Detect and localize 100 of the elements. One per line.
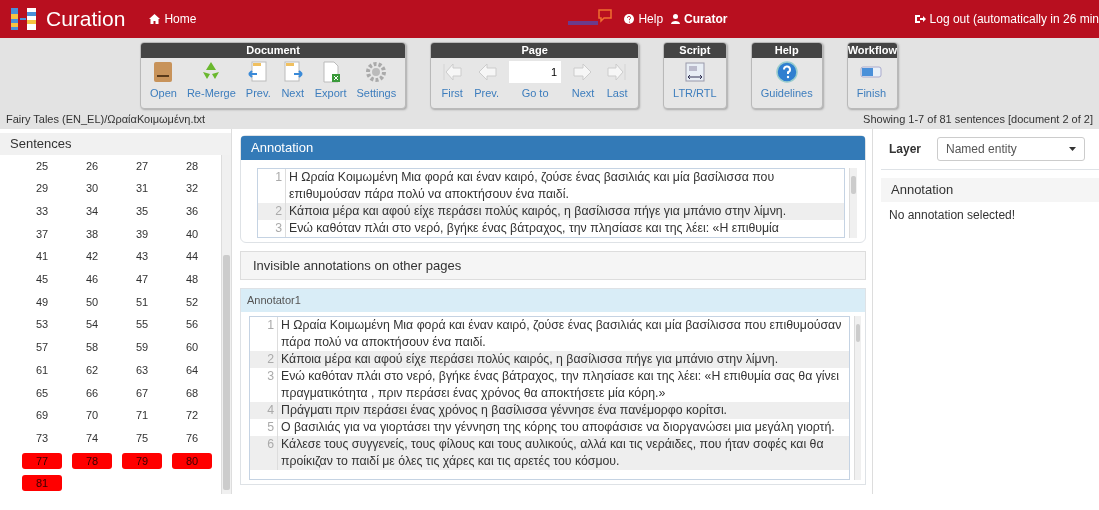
sentence-number[interactable]: 57 xyxy=(20,336,64,359)
sentence-number[interactable]: 43 xyxy=(120,245,164,268)
toolbar-button[interactable]: Guidelines xyxy=(755,58,818,104)
user-icon xyxy=(671,14,681,24)
toolbar-button[interactable]: Re-Merge xyxy=(181,58,241,104)
sentence-number[interactable]: 75 xyxy=(120,427,164,450)
sentence-number[interactable]: 59 xyxy=(120,336,164,359)
sentence-number[interactable]: 69 xyxy=(20,404,64,427)
sentence-number[interactable]: 32 xyxy=(170,177,214,200)
caret-icon xyxy=(1069,147,1077,151)
sentence-number[interactable]: 26 xyxy=(70,154,114,178)
sentence-number[interactable]: 68 xyxy=(170,381,214,405)
sentence-number[interactable]: 46 xyxy=(70,268,114,291)
sentence-number[interactable]: 80 xyxy=(172,452,212,469)
sentence-number[interactable]: 72 xyxy=(170,404,214,427)
sentence-number[interactable]: 51 xyxy=(120,290,164,314)
help-link[interactable]: Help xyxy=(624,10,664,28)
sentence-number[interactable]: 81 xyxy=(22,474,62,491)
sentence-number[interactable]: 36 xyxy=(170,199,214,223)
sentence-number[interactable]: 50 xyxy=(70,290,114,314)
toolbar-button[interactable]: LTR/RTL xyxy=(668,58,722,104)
sentence-number[interactable]: 65 xyxy=(20,381,64,405)
sentence-number[interactable]: 37 xyxy=(20,222,64,246)
line-number: 5 xyxy=(250,418,278,436)
sentence-number[interactable]: 63 xyxy=(120,358,164,382)
sentence-text: Κάλεσε τους συγγενείς, τους φίλους και τους αυλικούς, αλλά και τις νεράιδες, που ήταν σοφές και θα προίκιζαν το παιδί με όλες τις χάρες και τις αρετές του κόσμου. xyxy=(280,435,825,470)
sentence-number[interactable]: 42 xyxy=(70,245,114,268)
panel-title: Annotator1 xyxy=(241,289,865,312)
help-icon xyxy=(774,60,799,84)
logo-icon xyxy=(10,6,38,32)
sentence-number[interactable]: 79 xyxy=(122,452,162,469)
sentence-number[interactable]: 61 xyxy=(20,358,64,382)
sentence-number[interactable]: 54 xyxy=(70,313,114,337)
settings-icon xyxy=(364,60,389,84)
toolbar-button[interactable]: First xyxy=(435,58,470,104)
scrollbar xyxy=(849,167,857,238)
sentence-number[interactable]: 77 xyxy=(22,452,62,469)
sentence-number[interactable]: 25 xyxy=(20,154,64,178)
home-link[interactable]: Home xyxy=(149,10,197,28)
sentence-number[interactable]: 60 xyxy=(170,336,214,359)
sentence-number[interactable]: 74 xyxy=(70,427,114,450)
sentence-number[interactable]: 31 xyxy=(120,177,164,200)
panel-title: Invisible annotations on other pages xyxy=(240,250,866,280)
sentence-number[interactable]: 29 xyxy=(20,177,64,200)
sentence-number[interactable]: 44 xyxy=(170,245,214,268)
user-link[interactable]: Curator xyxy=(671,10,728,28)
document-path: Fairy Tales (EN_EL)/ΩραίαΚοιμωμένη.txt xyxy=(6,111,206,127)
sentence-number[interactable]: 73 xyxy=(20,427,64,450)
sentence-number[interactable]: 53 xyxy=(20,313,64,337)
sentence-number[interactable]: 34 xyxy=(70,199,114,223)
line-number: 1 xyxy=(250,316,278,351)
sentence-number[interactable]: 38 xyxy=(70,222,114,246)
toolbar-button[interactable]: Next xyxy=(566,58,601,104)
sentence-number[interactable]: 39 xyxy=(120,222,164,246)
toolbar-button[interactable]: Prev. xyxy=(469,58,505,104)
sentence-number[interactable]: 71 xyxy=(120,404,164,427)
line-number: 2 xyxy=(250,350,278,368)
sentence-number[interactable]: 35 xyxy=(120,199,164,223)
sentence-number[interactable]: 48 xyxy=(170,268,214,291)
sentence-number[interactable]: 47 xyxy=(120,268,164,291)
group-title: Document xyxy=(141,43,406,58)
toolbar-button[interactable]: Last xyxy=(600,58,635,104)
logout-link[interactable]: Log out (automatically in 26 min xyxy=(914,10,1099,28)
sentence-number[interactable]: 55 xyxy=(120,313,164,337)
toolbar-button[interactable]: Settings xyxy=(351,58,402,104)
empty-message: No annotation selected! xyxy=(888,206,1017,224)
sentence-number[interactable]: 30 xyxy=(70,177,114,200)
sentence-number[interactable]: 58 xyxy=(70,336,114,359)
panel-title: Sentences xyxy=(0,133,231,155)
layer-dropdown[interactable]: Named entity xyxy=(937,137,1086,161)
toolbar-button[interactable]: Open xyxy=(145,58,182,104)
line-number: 2 xyxy=(258,202,286,220)
toolbar-button[interactable]: Export xyxy=(309,58,352,104)
logout-icon xyxy=(914,14,926,24)
page-number-field[interactable]: 1 xyxy=(509,61,562,83)
sentence-number[interactable]: 66 xyxy=(70,381,114,405)
toolbar-button[interactable]: Finish xyxy=(851,58,892,104)
sentence-text: Πράγματι πριν περάσει ένας χρόνος η βασίλισσα γέννησε ένα πανέμορφο κορίτσι. xyxy=(280,401,728,419)
sentence-number[interactable]: 62 xyxy=(70,358,114,382)
sentence-number[interactable]: 33 xyxy=(20,199,64,223)
home-icon xyxy=(149,14,161,24)
sentence-number[interactable]: 78 xyxy=(72,452,112,469)
panel-title: Annotation xyxy=(881,178,1099,202)
sentence-number[interactable]: 41 xyxy=(20,245,64,268)
sentence-status: Showing 1-7 of 81 sentences [document 2 of 2] xyxy=(863,111,1093,127)
sentence-number[interactable]: 52 xyxy=(170,290,214,314)
goto-control[interactable]: 1 Go to xyxy=(504,58,567,104)
sentence-text: Κάποια μέρα και αφού είχε περάσει πολύς καιρός, η βασίλισσα πήγε για μπάνιο στην λίμνη. xyxy=(280,350,779,368)
sentence-number[interactable]: 49 xyxy=(20,290,64,314)
sentence-number[interactable]: 45 xyxy=(20,268,64,291)
sentence-number[interactable]: 67 xyxy=(120,381,164,405)
sentence-number[interactable]: 76 xyxy=(170,427,214,450)
sentence-number[interactable]: 56 xyxy=(170,313,214,337)
sentence-number[interactable]: 40 xyxy=(170,222,214,246)
sentence-number[interactable]: 28 xyxy=(170,154,214,178)
toolbar-button[interactable]: Prev. xyxy=(240,58,276,104)
sentence-number[interactable]: 70 xyxy=(70,404,114,427)
sentence-number[interactable]: 64 xyxy=(170,358,214,382)
sentence-number[interactable]: 27 xyxy=(120,154,164,178)
toolbar-button[interactable]: Next xyxy=(275,58,310,104)
